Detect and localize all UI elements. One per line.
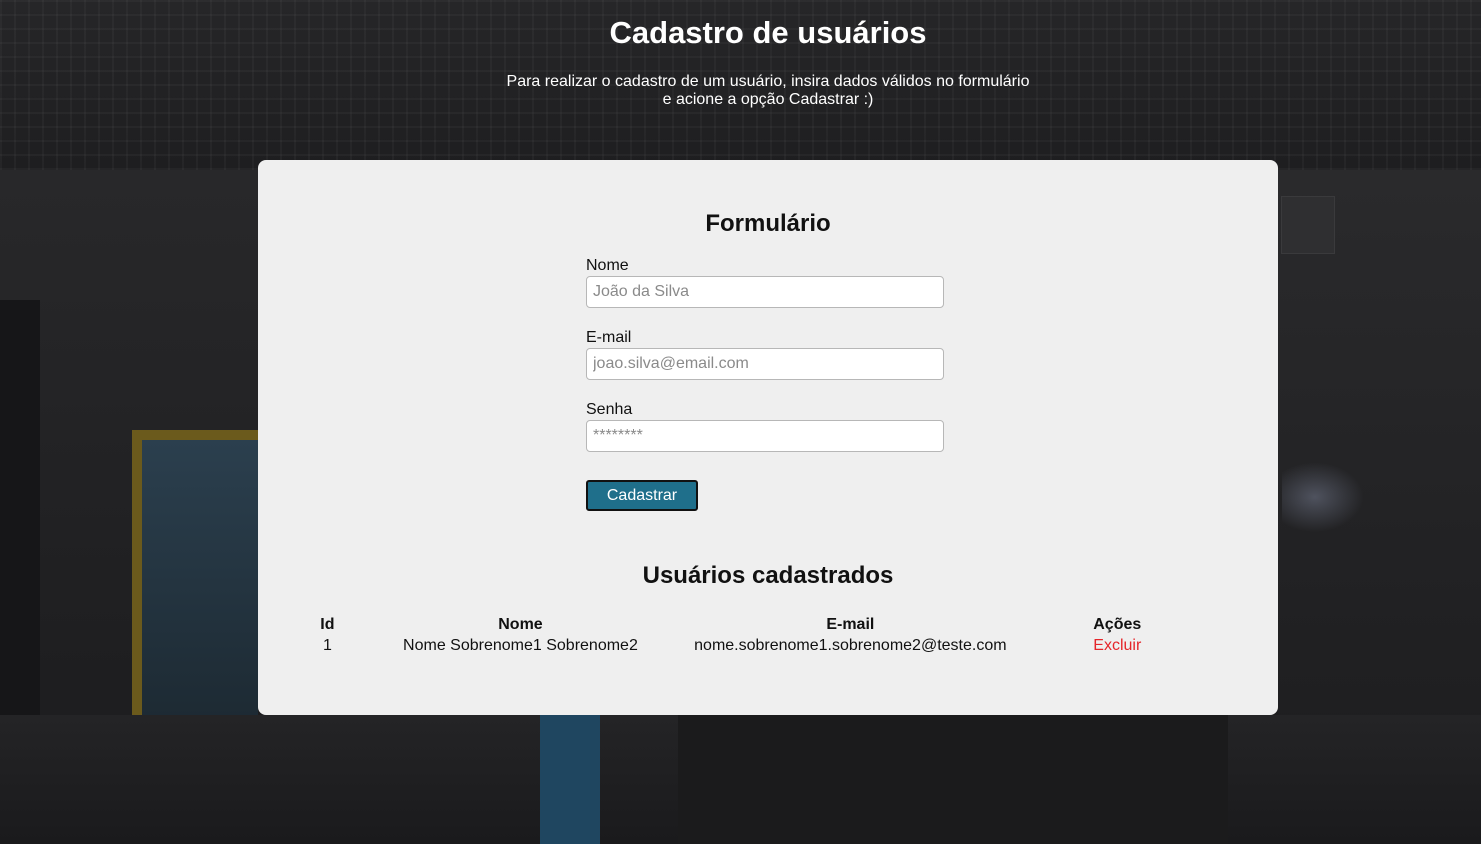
page-subtitle: Para realizar o cadastro de um usuário, … [0,73,1481,109]
name-label: Nome [586,257,629,274]
users-table: Id Nome E-mail Ações 1 Nome Sobrenome1 S… [308,615,1228,657]
email-input[interactable] [586,348,944,380]
users-list-title: Usuários cadastrados [642,562,894,589]
page-title: Cadastro de usuários [609,15,927,50]
cell-acoes: Excluir [1007,635,1228,657]
main-card: Formulário Nome E-mail Senha Cadastrar U… [258,160,1278,715]
password-input[interactable] [586,420,944,452]
column-header-nome: Nome [498,616,543,633]
column-header-id: Id [320,616,335,633]
cell-email: nome.sobrenome1.sobrenome2@teste.com [694,637,1007,654]
form-title: Formulário [705,210,831,237]
email-label: E-mail [586,329,632,346]
table-row: 1 Nome Sobrenome1 Sobrenome2 nome.sobren… [308,635,1228,657]
column-header-email: E-mail [826,616,875,633]
cadastrar-button[interactable]: Cadastrar [586,480,698,511]
cell-nome: Nome Sobrenome1 Sobrenome2 [403,637,638,654]
column-header-acoes: Ações [1093,616,1142,633]
table-header-row: Id Nome E-mail Ações [308,615,1228,635]
page-subtitle-line-1: Para realizar o cadastro de um usuário, … [506,73,1030,90]
password-label: Senha [586,401,633,418]
excluir-link[interactable]: Excluir [1093,637,1141,654]
page-subtitle-line-2: e acione a opção Cadastrar :) [662,91,874,108]
cell-id: 1 [322,637,332,654]
name-input[interactable] [586,276,944,308]
